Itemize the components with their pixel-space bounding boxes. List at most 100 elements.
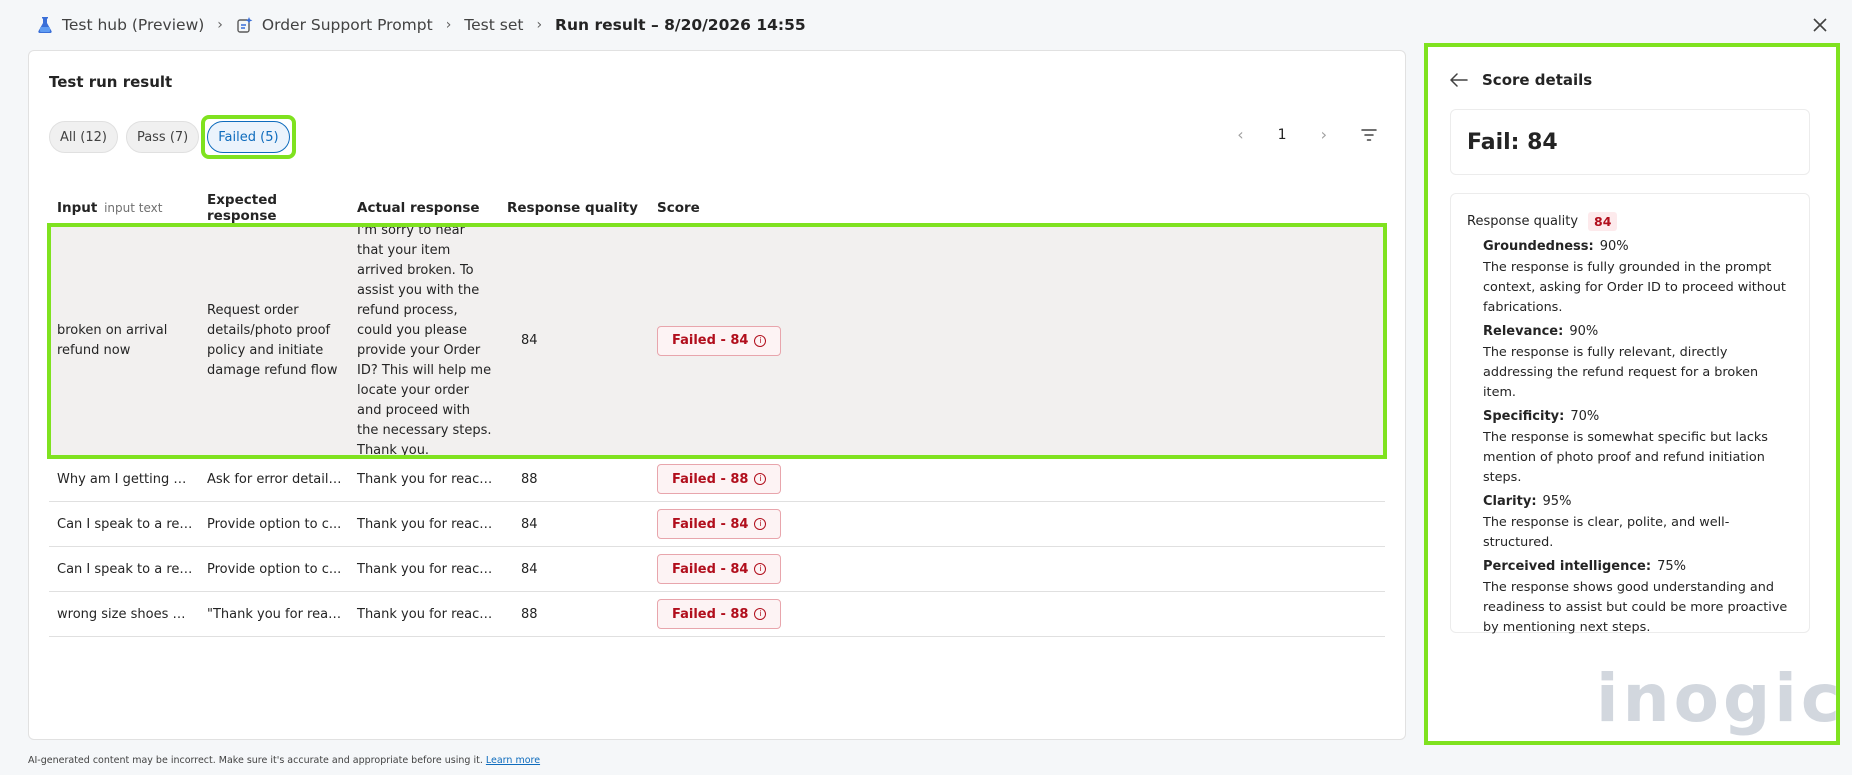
response-quality-label: Response quality [1467,214,1579,229]
filter-failed-button[interactable]: Failed (5) [207,121,290,153]
info-icon: i [754,608,767,620]
cell-input: Can I speak to a rep... [57,516,199,532]
filter-pills: All (12) Pass (7) Failed (5) [49,115,296,159]
table-row[interactable]: wrong size shoes w... "Thank you for rea… [49,592,1385,637]
cell-quality: 84 [521,516,538,532]
table-row[interactable]: Can I speak to a rep... Provide option t… [49,502,1385,547]
next-page-button[interactable]: › [1321,125,1327,144]
test-run-result-card: Test run result All (12) Pass (7) Failed… [28,50,1406,740]
chevron-right-icon: › [536,17,543,33]
metric-description: The response is fully relevant, directly… [1483,345,1759,400]
disclaimer-text: AI-generated content may be incorrect. M… [28,755,483,766]
metric-specificity: Specificity: 70% The response is somewhat… [1467,409,1793,488]
cell-actual: I'm sorry to hear that your item arrived… [357,222,492,458]
cell-quality: 84 [521,332,538,348]
cell-actual: Thank you for reach... [357,606,499,622]
learn-more-link[interactable]: Learn more [486,755,540,766]
chevron-right-icon: › [217,17,223,33]
metric-clarity: Clarity: 95% The response is clear, polit… [1467,494,1793,553]
watermark-logo: inogic [1596,660,1844,737]
metric-description: The response shows good understanding an… [1483,580,1788,635]
score-badge[interactable]: Failed - 88 i [657,599,782,629]
column-header-input[interactable]: Input input text [49,200,199,216]
breadcrumb-item-prompt[interactable]: Order Support Prompt › [236,16,464,34]
cell-score: Failed - 88 i [649,464,1385,494]
cell-input: Why am I getting a... [57,471,194,487]
cell-actual: Thank you for reach... [357,561,499,577]
cell-score: Failed - 84 i [649,509,1385,539]
page-number: 1 [1277,126,1287,143]
cell-actual: Thank you for reach... [357,516,499,532]
fail-score-card: Fail: 84 [1450,109,1810,175]
score-badge[interactable]: Failed - 84 i [657,509,782,539]
cell-actual: Thank you for reach... [357,471,499,487]
fail-score-label: Fail: 84 [1467,129,1558,155]
filter-all-button[interactable]: All (12) [49,121,118,153]
flask-icon [36,16,54,34]
cell-quality: 88 [521,471,538,487]
table-row[interactable]: Can I speak to a rep... Provide option t… [49,547,1385,592]
response-quality-row: Response quality 84 [1467,212,1793,231]
cell-input: Can I speak to a rep... [57,561,199,577]
score-details-header: Score details [1450,71,1592,89]
table-header: Input input text Expected response Actua… [49,191,1385,225]
metric-description: The response is somewhat specific but la… [1483,430,1768,485]
metric-groundedness: Groundedness: 90% The response is fully g… [1467,239,1793,318]
score-details-panel: Score details Fail: 84 Response quality … [1424,43,1840,745]
metric-name: Groundedness: [1483,239,1594,254]
previous-page-button[interactable]: ‹ [1237,125,1243,144]
score-details-title: Score details [1482,71,1593,89]
metric-description: The response is clear, polite, and well-… [1483,515,1730,550]
filter-button[interactable] [1361,128,1377,142]
column-header-actual[interactable]: Actual response [349,200,499,216]
cell-quality: 88 [521,606,538,622]
results-table: Input input text Expected response Actua… [47,191,1387,637]
score-badge[interactable]: Failed - 84 i [657,325,782,356]
column-header-quality[interactable]: Response quality [499,200,649,216]
breadcrumb: Test hub (Preview) › Order Support Promp… [0,0,1852,50]
metric-percent: 75% [1657,559,1686,574]
back-button[interactable] [1450,73,1468,87]
filter-pass-button[interactable]: Pass (7) [125,121,200,153]
pagination: ‹ 1 › [1237,125,1377,144]
close-icon [1813,18,1827,32]
table-row[interactable]: Why am I getting a... Ask for error deta… [49,457,1385,502]
cell-score: Failed - 84 i [649,325,1385,356]
filter-failed-highlight: Failed (5) [201,115,296,159]
metric-description: The response is fully grounded in the pr… [1483,260,1786,315]
chevron-right-icon: › [445,17,452,33]
metric-percent: 90% [1569,324,1599,339]
column-header-expected[interactable]: Expected response [199,192,349,224]
column-header-score[interactable]: Score [649,200,1385,216]
metric-name: Relevance: [1483,324,1564,339]
metric-percent: 70% [1570,409,1600,424]
response-quality-badge: 84 [1588,212,1618,231]
info-icon: i [754,473,767,485]
info-icon: i [754,518,767,530]
metric-percent: 95% [1542,494,1572,509]
score-badge[interactable]: Failed - 84 i [657,554,782,584]
metric-perceived-intelligence: Perceived intelligence: 75% The response … [1467,559,1793,638]
close-button[interactable] [1808,13,1832,37]
breadcrumb-item-test-hub[interactable]: Test hub (Preview) › [36,16,236,34]
cell-score: Failed - 84 i [649,554,1385,584]
info-icon: i [754,563,767,575]
cell-expected: Ask for error details... [207,471,348,487]
metric-name: Clarity: [1483,494,1537,509]
cell-expected: "Thank you for reac... [207,606,348,622]
breadcrumb-item-test-set[interactable]: Test set › [464,16,555,34]
cell-expected: Request order details/photo proof policy… [207,302,338,378]
metric-relevance: Relevance: 90% The response is fully rele… [1467,324,1793,403]
cell-score: Failed - 88 i [649,599,1385,629]
arrow-left-icon [1450,73,1468,87]
cell-expected: Provide option to c... [207,561,342,577]
breadcrumb-item-run-result: Run result – 8/20/2026 14:55 [555,16,806,34]
metric-percent: 90% [1599,239,1629,254]
score-badge[interactable]: Failed - 88 i [657,464,782,494]
cell-input: broken on arrival refund now [57,322,168,358]
info-icon: i [754,334,767,347]
filter-icon [1361,128,1377,141]
page-title: Test run result [49,73,173,91]
metric-name: Specificity: [1483,409,1565,424]
table-row[interactable]: broken on arrival refund now Request ord… [47,223,1387,459]
